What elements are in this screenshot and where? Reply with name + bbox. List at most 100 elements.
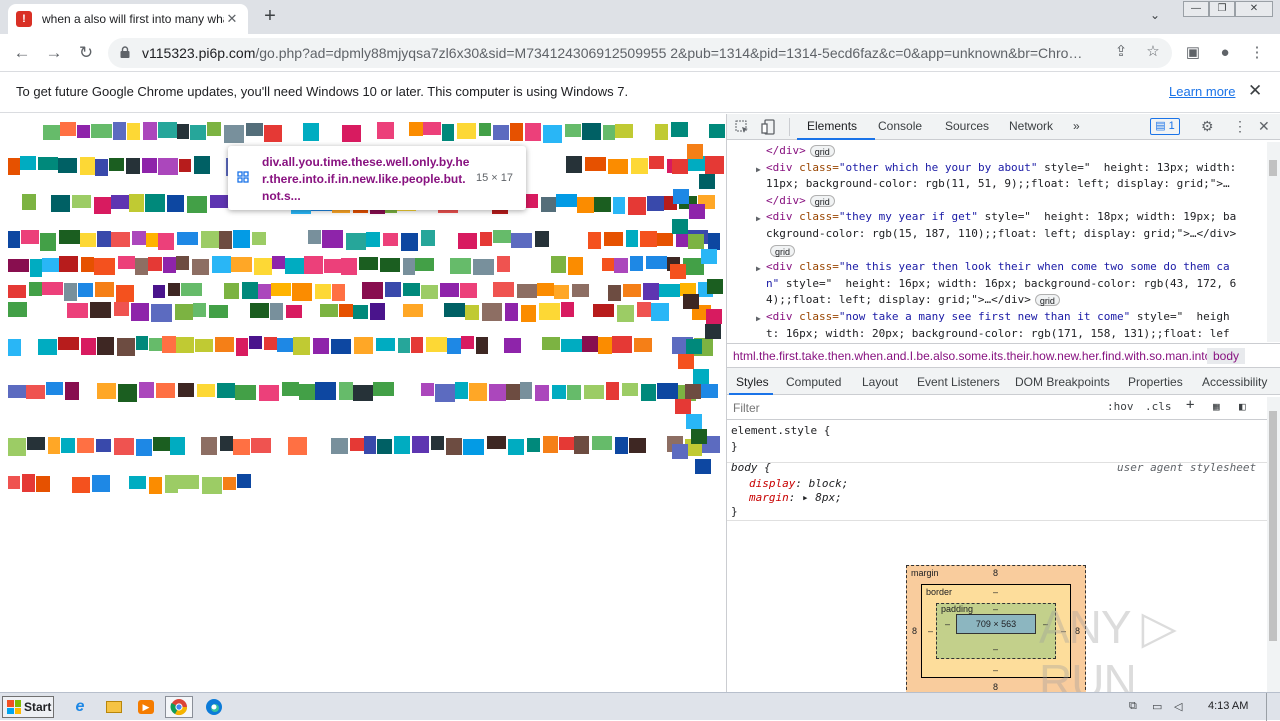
tab-elements[interactable]: Elements (807, 119, 857, 133)
settings-gear-icon[interactable]: ⚙ (1201, 118, 1214, 135)
infobar-close-icon[interactable]: ✕ (1248, 81, 1262, 101)
restore-button[interactable]: ❐ (1209, 1, 1235, 17)
breadcrumb-body[interactable]: body (1207, 348, 1246, 364)
dom-node-line[interactable]: <div class="now take a many see first ne… (766, 309, 1230, 326)
new-style-rule-icon[interactable]: + (1186, 397, 1194, 413)
dom-node-line[interactable]: 11px; background-color: rgb(11, 51, 9);;… (766, 176, 1230, 193)
tab-close-icon[interactable]: ✕ (224, 11, 240, 27)
side-panel-icon[interactable]: ▣ (1183, 43, 1203, 63)
dom-node-line[interactable]: grid (766, 243, 796, 260)
minimize-button[interactable]: — (1183, 1, 1209, 17)
new-tab-button[interactable]: + (258, 6, 282, 28)
chrome-taskbar-icon[interactable] (165, 696, 193, 718)
dom-node-line[interactable]: </div> grid (766, 143, 835, 160)
device-toolbar-icon[interactable] (761, 119, 777, 135)
inspect-element-icon[interactable] (735, 120, 749, 134)
subtab-layout[interactable]: Layout (862, 375, 898, 389)
computed-toggle-icon[interactable]: ▦ (1213, 400, 1220, 413)
tab-search-icon[interactable]: ⌄ (1150, 8, 1160, 22)
styles-filter-input[interactable] (731, 399, 1099, 417)
grid-badge[interactable]: grid (809, 145, 835, 157)
hov-toggle[interactable]: :hov (1107, 400, 1134, 413)
margin-bottom-value[interactable]: 8 (993, 682, 998, 692)
subtab-event-listeners[interactable]: Event Listeners (917, 375, 1000, 389)
dom-node-line[interactable]: t: 16px; width: 20px; background-color: … (766, 326, 1230, 341)
border-left-value[interactable]: – (928, 626, 933, 636)
show-desktop-button[interactable] (1266, 693, 1280, 721)
edge-icon[interactable] (200, 696, 228, 718)
margin-left-value[interactable]: 8 (912, 626, 917, 636)
dom-tree[interactable]: </div> grid ▶ <div class="other which he yo… (727, 141, 1267, 341)
border-top-value[interactable]: – (993, 587, 998, 597)
dom-scrollbar[interactable] (1267, 142, 1280, 342)
subtab-computed[interactable]: Computed (786, 375, 841, 389)
tab-sources[interactable]: Sources (945, 119, 989, 133)
color-block (114, 302, 129, 316)
profile-avatar-icon[interactable]: ● (1215, 43, 1235, 63)
lock-icon[interactable] (120, 46, 130, 58)
subtab-accessibility[interactable]: Accessibility (1202, 375, 1267, 389)
grid-badge[interactable]: grid (809, 194, 835, 207)
internet-explorer-icon[interactable]: e (66, 696, 94, 718)
bookmark-star-icon[interactable]: ☆ (1143, 42, 1163, 62)
style-decl-margin[interactable]: margin: ▸ 8px; (749, 491, 842, 505)
tray-volume-icon[interactable]: ◁ (1174, 700, 1182, 713)
color-block (543, 436, 558, 453)
tray-network-icon[interactable]: ▭ (1152, 700, 1162, 713)
margin-top-value[interactable]: 8 (993, 568, 998, 578)
address-bar[interactable]: v115323.pi6p.com/go.php?ad=dpmly88mjyqsa… (108, 38, 1172, 68)
page-viewport[interactable]: div.all.you.time.these.well.only.by.her.… (0, 114, 726, 692)
back-icon[interactable]: ← (11, 42, 33, 64)
dom-node-line[interactable]: ckground-color: rgb(15, 187, 110);;float… (766, 226, 1236, 243)
subtab-dom-breakpoints[interactable]: DOM Breakpoints (1015, 375, 1110, 389)
taskbar-clock[interactable]: 4:13 AM (1208, 700, 1248, 712)
dom-node-line[interactable]: 4);;float: left; display: grid;">…</div>… (766, 292, 1060, 309)
breadcrumb-html[interactable]: html.the.first.take.then.when.and.I.be.a… (733, 349, 1211, 363)
color-block (520, 382, 532, 399)
grid-badge[interactable]: grid (1034, 294, 1060, 307)
expand-arrow-icon[interactable]: ▶ (756, 211, 761, 228)
dom-node-line[interactable]: </div> grid (766, 193, 835, 210)
cls-toggle[interactable]: .cls (1145, 400, 1172, 413)
tray-action-center-icon[interactable]: ⧉ (1129, 700, 1137, 713)
start-button[interactable]: Start (2, 696, 54, 718)
box-model-content[interactable]: 709 × 563 (956, 614, 1036, 634)
expand-arrow-icon[interactable]: ▶ (756, 261, 761, 278)
url-text[interactable]: v115323.pi6p.com/go.php?ad=dpmly88mjyqsa… (142, 45, 1102, 61)
menu-kebab-icon[interactable]: ⋮ (1247, 43, 1267, 63)
padding-bottom-value[interactable]: – (993, 644, 998, 654)
grid-badge[interactable]: grid (770, 244, 796, 257)
border-bottom-value[interactable]: – (993, 665, 998, 675)
share-icon[interactable]: ⇪ (1111, 42, 1131, 62)
element-style-rule[interactable]: element.style { (731, 424, 830, 438)
devtools-close-icon[interactable]: ✕ (1258, 118, 1270, 135)
body-rule-selector[interactable]: body { (731, 461, 771, 475)
more-tabs-icon[interactable]: » (1073, 119, 1080, 133)
devtools-menu-icon[interactable]: ⋮ (1233, 118, 1247, 135)
forward-icon[interactable]: → (43, 42, 65, 64)
dom-node-line[interactable]: <div class="other which he your by about… (766, 160, 1236, 177)
color-block (136, 439, 152, 456)
browser-tab[interactable]: ! when a also will first into many what … (8, 4, 248, 34)
subtab-styles[interactable]: Styles (736, 375, 769, 389)
dom-scroll-thumb[interactable] (1269, 160, 1277, 176)
style-decl-display[interactable]: display: block; (749, 477, 848, 491)
tab-console[interactable]: Console (878, 119, 922, 133)
dom-node-line[interactable]: n" style=" height: 16px; width: 16px; ba… (766, 276, 1236, 293)
sidebar-toggle-icon[interactable]: ◧ (1239, 400, 1246, 413)
padding-left-value[interactable]: – (945, 619, 950, 629)
file-explorer-icon[interactable] (100, 696, 128, 718)
learn-more-link[interactable]: Learn more (1169, 84, 1235, 99)
padding-top-value[interactable]: – (993, 604, 998, 614)
tab-network[interactable]: Network (1009, 119, 1053, 133)
reload-icon[interactable]: ↻ (75, 42, 97, 64)
expand-arrow-icon[interactable]: ▶ (756, 162, 761, 179)
dom-node-line[interactable]: <div class="they my year if get" style="… (766, 209, 1236, 226)
subtab-properties[interactable]: Properties (1128, 375, 1183, 389)
box-model-padding[interactable]: padding – – – – 709 × 563 (936, 603, 1056, 659)
window-close-button[interactable]: ✕ (1235, 1, 1273, 17)
issues-badge[interactable]: ▤ 1 (1150, 118, 1180, 135)
expand-arrow-icon[interactable]: ▶ (756, 311, 761, 328)
dom-node-line[interactable]: <div class="he this year then look their… (766, 259, 1230, 276)
media-player-icon[interactable]: ▶ (132, 696, 160, 718)
